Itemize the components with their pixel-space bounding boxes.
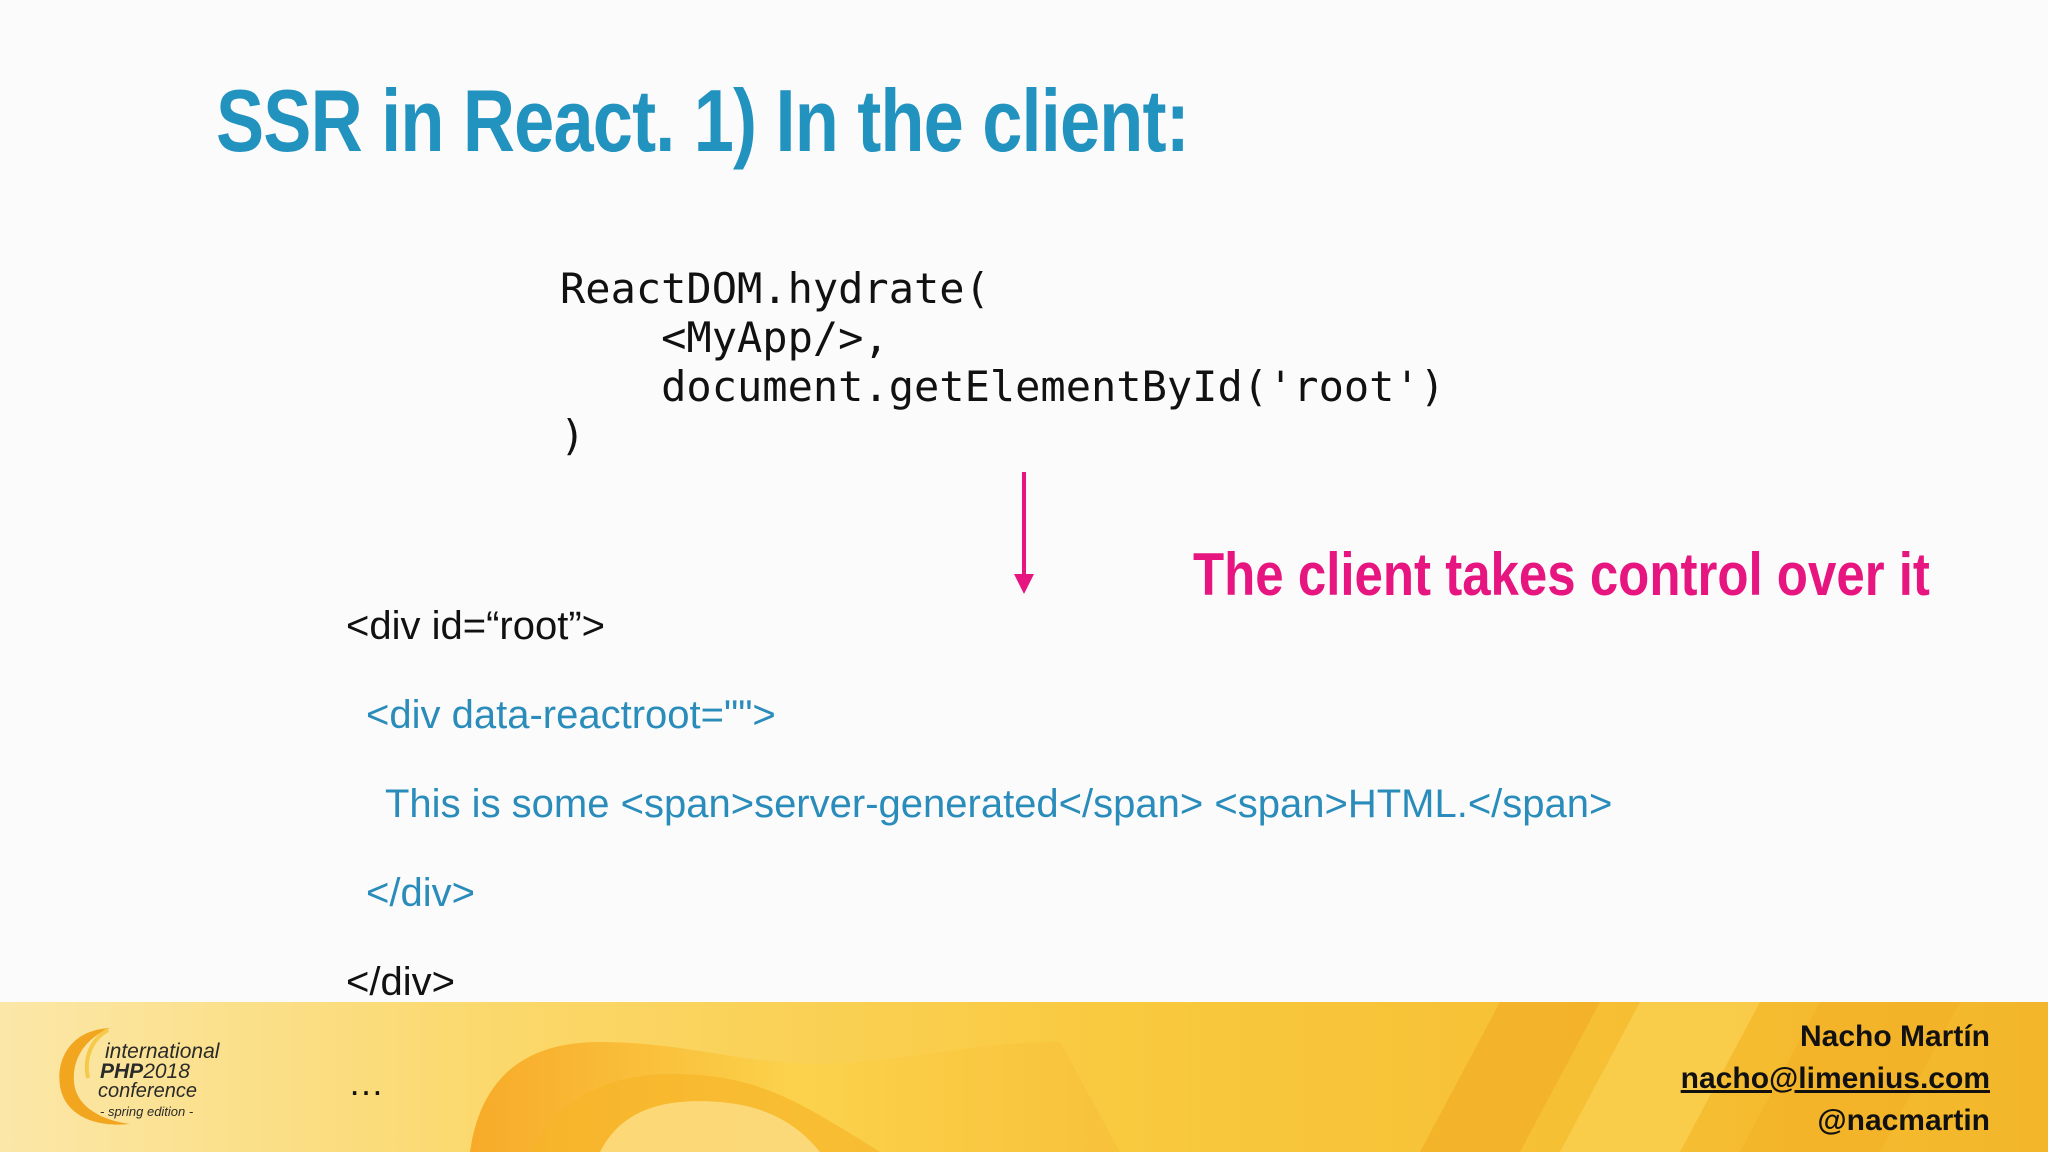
code-line: <MyApp/>, (560, 313, 889, 362)
html-line-reactroot-open: <div data-reactroot=""> (366, 693, 776, 737)
html-line-content: This is some <span>server-generated</spa… (385, 782, 1613, 826)
logo-line-edition: - spring edition - (100, 1104, 194, 1119)
author-email-link[interactable]: nacho@limenius.com (1681, 1060, 1990, 1098)
down-arrow-icon (1014, 472, 1034, 594)
logo-line-conference: conference (98, 1080, 197, 1102)
html-line-root-open: <div id=“root”> (346, 604, 606, 648)
html-line-root-close: </div> (346, 960, 455, 1004)
code-line: document.getElementById('root') (560, 362, 1446, 411)
conference-logo: international PHP2018 conference - sprin… (50, 1020, 250, 1132)
code-line: ) (560, 411, 586, 460)
callout-text: The client takes control over it (1193, 541, 1930, 608)
ellipsis: … (348, 1062, 386, 1103)
code-line: ReactDOM.hydrate( (560, 264, 990, 313)
author-name: Nacho Martín (1799, 1020, 1990, 1053)
author-handle: @nacmartin (1817, 1104, 1990, 1137)
author-block: Nacho Martín nacho@limenius.com @nacmart… (1681, 1018, 1990, 1144)
code-block: ReactDOM.hydrate( <MyApp/>, document.get… (560, 264, 1445, 460)
slide-title: SSR in React. 1) In the client: (216, 71, 1190, 170)
slide: SSR in React. 1) In the client: ReactDOM… (0, 0, 2048, 1152)
html-line-reactroot-close: </div> (366, 871, 475, 915)
